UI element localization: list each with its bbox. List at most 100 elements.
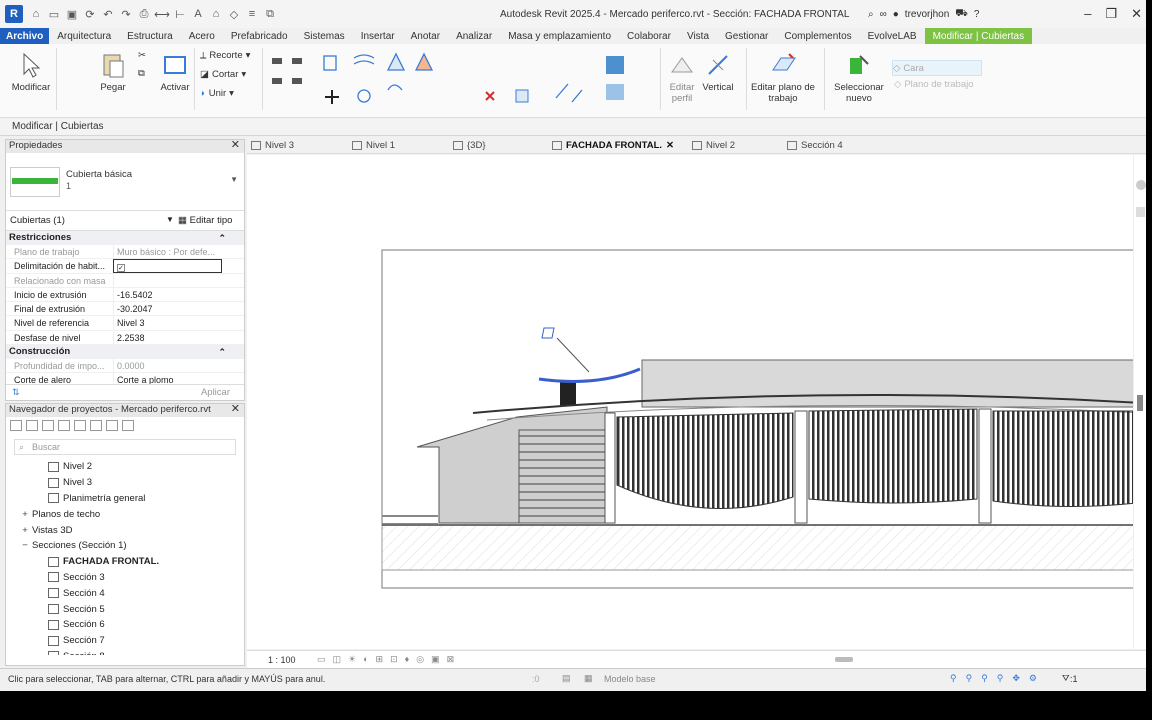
3d-view-icon[interactable]: ⌂ [209, 7, 223, 21]
save-icon[interactable]: ▣ [65, 7, 79, 21]
property-section[interactable]: Construcción ⌃ [6, 345, 244, 360]
ribbon-tab-12[interactable]: Gestionar [717, 28, 776, 44]
view-tab[interactable]: Nivel 1 [352, 137, 395, 154]
revit-logo[interactable]: R [5, 5, 23, 23]
filter-icon[interactable]: ⛛ [1062, 673, 1070, 684]
property-section[interactable]: Restricciones ⌃ [6, 231, 244, 245]
tree-item[interactable]: − Secciones (Sección 1) [6, 538, 244, 554]
tree-item[interactable]: Nivel 2 [6, 459, 244, 475]
redo-icon[interactable]: ↷ [119, 7, 133, 21]
tree-item[interactable]: FACHADA FRONTAL. [6, 554, 244, 570]
home-icon[interactable]: ⌂ [29, 7, 43, 21]
select-pinned-icon[interactable]: ⚲ [981, 673, 988, 684]
ribbon-tab-2[interactable]: Estructura [119, 28, 181, 44]
home-icon[interactable] [10, 419, 22, 431]
expand-icon[interactable] [106, 419, 118, 431]
sync-icon[interactable]: ⟳ [83, 7, 97, 21]
tag-icon[interactable] [74, 419, 86, 431]
cart-icon[interactable]: ⛟ [955, 8, 968, 21]
close-button[interactable]: ✕ [1131, 6, 1142, 22]
select-by-face-icon[interactable]: ⚲ [997, 673, 1004, 684]
table-icon[interactable] [58, 419, 70, 431]
ribbon-tab-6[interactable]: Insertar [353, 28, 403, 44]
expand-icon[interactable]: + [20, 525, 30, 536]
edit-work-plane-button[interactable]: Editar plano de trabajo [748, 50, 818, 104]
ribbon-tab-5[interactable]: Sistemas [296, 28, 353, 44]
select-links-icon[interactable]: ⚲ [950, 673, 957, 684]
search-input[interactable]: ⌕ Buscar [14, 439, 236, 455]
collapse-icon[interactable]: − [20, 540, 30, 551]
view-tab[interactable]: Nivel 2 [692, 137, 735, 154]
binoculars-icon[interactable]: ∞ [880, 9, 887, 20]
chevron-down-icon[interactable]: ▼ [166, 215, 174, 224]
vertical-button[interactable]: Vertical [700, 50, 736, 93]
minimize-button[interactable]: – [1084, 6, 1091, 22]
horizontal-scrollbar[interactable] [835, 657, 853, 662]
edit-profile-button[interactable]: Editar perfil [664, 50, 700, 104]
ribbon-tab-1[interactable]: Arquitectura [49, 28, 119, 44]
close-icon[interactable]: ✕ [666, 138, 674, 154]
drawing-canvas[interactable] [247, 155, 1133, 649]
ribbon-tab-4[interactable]: Prefabricado [223, 28, 296, 44]
checkbox[interactable]: ✓ [117, 264, 125, 272]
close-views-icon[interactable]: ⧉ [263, 7, 277, 21]
shadows-icon[interactable]: ◐ [363, 654, 368, 665]
tree-item[interactable]: Sección 7 [6, 633, 244, 649]
ribbon-tab-11[interactable]: Vista [679, 28, 717, 44]
property-value[interactable]: Nivel 3 [113, 316, 222, 330]
property-value[interactable]: 2.2538 [113, 330, 222, 345]
ribbon-tab-3[interactable]: Acero [181, 28, 223, 44]
tree-item[interactable]: + Planos de techo [6, 506, 244, 522]
tree-item[interactable]: Sección 8 [6, 649, 244, 655]
cope-button[interactable]: ⟂ Recorte ▾ [200, 50, 250, 61]
active-model[interactable]: Modelo base [604, 674, 656, 684]
ribbon-tab-0[interactable]: Archivo [0, 28, 50, 44]
hide-isolate-icon[interactable]: ♦ [405, 654, 410, 665]
user-name[interactable]: trevorjhon [905, 9, 949, 20]
visual-style-icon[interactable]: ◫ [333, 654, 342, 665]
view-scale[interactable]: 1 : 100 [268, 655, 296, 665]
collapse-icon[interactable]: ⌃ [218, 231, 226, 245]
cut-geometry-button[interactable]: ◪ Cortar ▾ [200, 69, 246, 80]
restore-button[interactable]: ❐ [1105, 6, 1117, 22]
view-tab[interactable]: Sección 4 [787, 137, 843, 154]
modify-button[interactable]: Modificar [8, 50, 54, 93]
apply-button[interactable]: Aplicar [201, 387, 230, 398]
close-icon[interactable]: ✕ [231, 404, 244, 417]
link-icon[interactable] [122, 419, 134, 431]
measure-icon[interactable]: ⟷ [154, 7, 170, 21]
tree-item[interactable]: Nivel 3 [6, 475, 244, 491]
cut-icon[interactable]: ✂ [138, 50, 146, 61]
activate-button[interactable]: Activar [158, 50, 192, 93]
property-value[interactable]: -16.5402 [113, 287, 222, 302]
reveal-hidden-icon[interactable]: ◎ [416, 654, 424, 665]
chevron-down-icon[interactable]: ▼ [230, 175, 238, 184]
ribbon-tab-14[interactable]: EvolveLAB [860, 28, 925, 44]
filter-icon[interactable] [26, 419, 38, 431]
paste-button[interactable]: Pegar [96, 50, 130, 93]
tree-item[interactable]: Sección 3 [6, 570, 244, 586]
section-icon[interactable]: ◇ [227, 7, 241, 21]
detail-level-icon[interactable]: ▭ [317, 654, 326, 665]
show-crop-icon[interactable]: ⊡ [390, 654, 398, 665]
type-selector[interactable]: Cubierta básica 1 ▼ [6, 153, 244, 211]
face-button[interactable]: ◇ Cara [892, 60, 982, 76]
help-icon[interactable]: ? [974, 9, 980, 20]
expand-icon[interactable]: + [20, 509, 30, 520]
search-icon[interactable]: ⌕ [868, 9, 874, 20]
text-icon[interactable]: A [191, 7, 205, 21]
close-icon[interactable]: ✕ [231, 140, 244, 153]
copy-icon[interactable]: ⧉ [138, 68, 145, 79]
work-plane-pick-button[interactable]: ◇ Plano de trabajo [894, 79, 974, 90]
ribbon-tab-10[interactable]: Colaborar [619, 28, 679, 44]
collapse-icon[interactable]: ⌃ [218, 345, 226, 359]
workset-icon[interactable]: ▤ [562, 673, 571, 684]
drag-elements-icon[interactable]: ✥ [1012, 673, 1020, 684]
property-value[interactable]: -30.2047 [113, 302, 222, 316]
analytical-icon[interactable]: ⊠ [447, 654, 455, 665]
property-value[interactable]: ✓ [113, 259, 222, 273]
properties-help-icon[interactable]: ⇅ [12, 387, 20, 398]
tree-item[interactable]: Sección 5 [6, 601, 244, 617]
ribbon-tab-7[interactable]: Anotar [403, 28, 448, 44]
thin-lines-icon[interactable]: ≡ [245, 7, 259, 21]
